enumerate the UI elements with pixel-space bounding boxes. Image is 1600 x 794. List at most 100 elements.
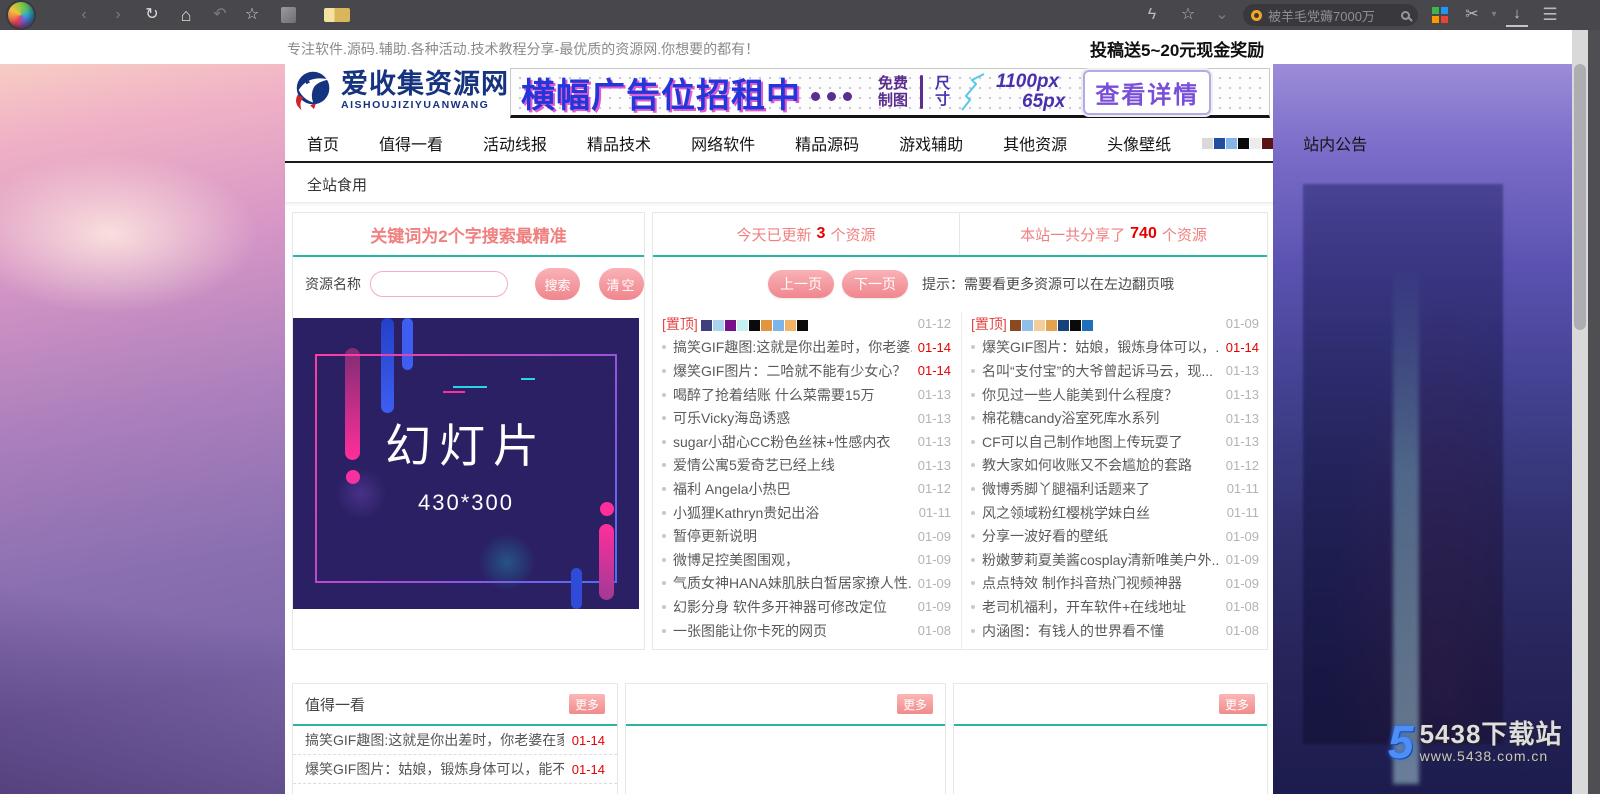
- download-icon[interactable]: ↓: [1506, 3, 1528, 27]
- prev-page-button[interactable]: 上一页: [768, 270, 834, 298]
- item-title[interactable]: 分享一波好看的壁纸: [982, 526, 1220, 546]
- scissors-icon[interactable]: ✂: [1460, 0, 1484, 30]
- item-title[interactable]: 名叫“支付宝”的大爷曾起诉马云，现...: [982, 361, 1220, 381]
- list-item[interactable]: 爱情公寓5爱奇艺已经上线01-13: [653, 454, 961, 478]
- bottom-list-item[interactable]: 搞笑GIF趣图:这就是你出差时，你老婆在家的 01-14: [293, 726, 617, 755]
- bottom-list-item[interactable]: 爆笑GIF图片：姑娘，锻炼身体可以，能不能找 01-14: [293, 755, 617, 784]
- list-item[interactable]: 一张图能让你卡死的网页01-08: [653, 619, 961, 643]
- item-title[interactable]: 搞笑GIF趣图:这就是你出差时，你老婆...: [673, 337, 912, 357]
- item-title[interactable]: 你见过一些人能美到什么程度？: [982, 385, 1220, 405]
- item-title[interactable]: 福利 Angela小热巴: [673, 479, 912, 499]
- bookmark-star-icon[interactable]: ☆: [240, 0, 264, 30]
- nav-item-source[interactable]: 精品源码: [775, 131, 879, 155]
- list-item[interactable]: 点点特效 制作抖音热门视频神器01-09: [962, 572, 1269, 596]
- item-title[interactable]: 爱情公寓5爱奇艺已经上线: [673, 455, 912, 475]
- item-title[interactable]: 内涵图：有钱人的世界看不懂: [982, 621, 1220, 641]
- favorites-star-icon[interactable]: ☆: [1176, 0, 1200, 30]
- list-item[interactable]: 搞笑GIF趣图:这就是你出差时，你老婆...01-14: [653, 336, 961, 360]
- list-item[interactable]: 棉花糖candy浴室死库水系列01-13: [962, 406, 1269, 430]
- item-title[interactable]: CF可以自己制作地图上传玩耍了: [982, 432, 1220, 452]
- item-title[interactable]: 棉花糖candy浴室死库水系列: [982, 408, 1220, 428]
- nav-item-home[interactable]: 首页: [287, 131, 359, 155]
- list-item[interactable]: 爆笑GIF图片：二哈就不能有少女心？01-14: [653, 359, 961, 383]
- list-item[interactable]: 老司机福利，开车软件+在线地址01-08: [962, 595, 1269, 619]
- home-icon[interactable]: ⌂: [174, 0, 198, 30]
- item-title[interactable]: 幻影分身 软件多开神器可修改定位: [673, 597, 912, 617]
- list-item[interactable]: 可乐Vicky海岛诱惑01-13: [653, 406, 961, 430]
- item-title[interactable]: 爆笑GIF图片：姑娘，锻炼身体可以，...: [982, 337, 1220, 357]
- subnav-label[interactable]: 全站食用: [307, 174, 367, 195]
- item-title[interactable]: 爆笑GIF图片：二哈就不能有少女心？: [673, 361, 912, 381]
- nav-item-other[interactable]: 其他资源: [983, 131, 1087, 155]
- browser-logo-icon[interactable]: [8, 2, 34, 28]
- menu-hamburger-icon[interactable]: ☰: [1538, 0, 1562, 30]
- list-item[interactable]: sugar小甜心CC粉色丝袜+性感内衣01-13: [653, 430, 961, 454]
- list-item[interactable]: 内涵图：有钱人的世界看不懂01-08: [962, 619, 1269, 643]
- list-item[interactable]: 暂停更新说明01-09: [653, 524, 961, 548]
- list-item[interactable]: CF可以自己制作地图上传玩耍了01-13: [962, 430, 1269, 454]
- more-button[interactable]: 更多: [1219, 694, 1255, 714]
- list-item[interactable]: 你见过一些人能美到什么程度？01-13: [962, 383, 1269, 407]
- nav-item-activity[interactable]: 活动线报: [463, 131, 567, 155]
- forward-icon[interactable]: ›: [106, 0, 130, 30]
- back-icon[interactable]: ‹: [72, 0, 96, 30]
- item-title[interactable]: 微博足控美图围观，: [673, 550, 912, 570]
- more-button[interactable]: 更多: [569, 694, 605, 714]
- chevron-down-icon[interactable]: ⌄: [1210, 0, 1234, 30]
- list-item[interactable]: 福利 Angela小热巴01-12: [653, 477, 961, 501]
- list-item[interactable]: 风之领域粉红樱桃学妹白丝01-11: [962, 501, 1269, 525]
- list-item[interactable]: 粉嫩萝莉夏美酱cosplay清新唯美户外...01-09: [962, 548, 1269, 572]
- next-page-button[interactable]: 下一页: [842, 270, 908, 298]
- item-title[interactable]: 气质女神HANA妹肌肤白皙居家撩人性...: [673, 573, 912, 593]
- slideshow[interactable]: 幻灯片 430*300: [293, 318, 639, 609]
- search-button[interactable]: 搜索: [535, 268, 580, 300]
- nav-item-software[interactable]: 网络软件: [671, 131, 775, 155]
- browser-search-box[interactable]: 被羊毛党薅7000万: [1243, 4, 1418, 26]
- item-title[interactable]: 教大家如何收账又不会尴尬的套路: [982, 455, 1220, 475]
- item-title[interactable]: 可乐Vicky海岛诱惑: [673, 408, 912, 428]
- list-item[interactable]: 分享一波好看的壁纸01-09: [962, 524, 1269, 548]
- search-icon[interactable]: [1401, 11, 1410, 20]
- list-item[interactable]: 气质女神HANA妹肌肤白皙居家撩人性...01-09: [653, 572, 961, 596]
- item-title[interactable]: 点点特效 制作抖音热门视频神器: [982, 573, 1220, 593]
- clear-button[interactable]: 清空: [599, 268, 644, 300]
- item-title[interactable]: 喝醉了抢着结账 什么菜需要15万: [673, 385, 912, 405]
- list-item[interactable]: 名叫“支付宝”的大爷曾起诉马云，现...01-13: [962, 359, 1269, 383]
- list-item[interactable]: 爆笑GIF图片：姑娘，锻炼身体可以，...01-14: [962, 336, 1269, 360]
- item-title[interactable]: 粉嫩萝莉夏美酱cosplay清新唯美户外...: [982, 550, 1220, 570]
- pinned-row[interactable]: [置顶]01-12: [653, 312, 961, 336]
- apps-grid-icon[interactable]: [1432, 7, 1448, 23]
- scissors-caret-icon[interactable]: ▾: [1482, 0, 1506, 30]
- extension-icon[interactable]: [324, 8, 350, 22]
- undo-icon[interactable]: ↶: [208, 0, 232, 30]
- list-item[interactable]: 微博秀脚丫腿福利话题来了01-11: [962, 477, 1269, 501]
- banner-ad[interactable]: 横幅广告位招租中 免费制图 尺寸 1100px 65px 查看详情: [510, 68, 1270, 118]
- list-item[interactable]: 微博足控美图围观，01-09: [653, 548, 961, 572]
- item-title[interactable]: 一张图能让你卡死的网页: [673, 621, 912, 641]
- favicon-thumbnail[interactable]: [281, 7, 296, 23]
- more-button[interactable]: 更多: [897, 694, 933, 714]
- browser-search-text[interactable]: 被羊毛党薅7000万: [1268, 6, 1395, 25]
- item-title[interactable]: 风之领域粉红樱桃学妹白丝: [982, 503, 1221, 523]
- item-title[interactable]: 搞笑GIF趣图:这就是你出差时，你老婆在家的: [305, 730, 564, 750]
- refresh-icon[interactable]: ↻: [140, 0, 164, 30]
- item-title[interactable]: 微博秀脚丫腿福利话题来了: [982, 479, 1221, 499]
- item-title[interactable]: sugar小甜心CC粉色丝袜+性感内衣: [673, 432, 912, 452]
- item-title[interactable]: 小狐狸Kathryn贵妃出浴: [673, 503, 913, 523]
- list-item[interactable]: 小狐狸Kathryn贵妃出浴01-11: [653, 501, 961, 525]
- site-logo[interactable]: 爱收集资源网 AISHOUJIZIYUANWANG: [291, 67, 509, 113]
- item-title[interactable]: 暂停更新说明: [673, 526, 912, 546]
- speed-bolt-icon[interactable]: ϟ: [1140, 0, 1164, 30]
- list-item[interactable]: 喝醉了抢着结账 什么菜需要15万01-13: [653, 383, 961, 407]
- list-item[interactable]: 教大家如何收账又不会尴尬的套路01-12: [962, 454, 1269, 478]
- item-title[interactable]: 爆笑GIF图片：姑娘，锻炼身体可以，能不能找: [305, 759, 564, 779]
- list-item[interactable]: 幻影分身 软件多开神器可修改定位01-09: [653, 595, 961, 619]
- nav-item-tech[interactable]: 精品技术: [567, 131, 671, 155]
- pinned-row[interactable]: [置顶]01-09: [962, 312, 1269, 336]
- item-title[interactable]: 老司机福利，开车软件+在线地址: [982, 597, 1220, 617]
- resource-search-input[interactable]: [370, 271, 508, 297]
- nav-item-worth-seeing[interactable]: 值得一看: [359, 131, 463, 155]
- scrollbar-thumb[interactable]: [1574, 64, 1586, 330]
- nav-item-announcement[interactable]: 站内公告: [1283, 131, 1387, 155]
- nav-item-game-assist[interactable]: 游戏辅助: [879, 131, 983, 155]
